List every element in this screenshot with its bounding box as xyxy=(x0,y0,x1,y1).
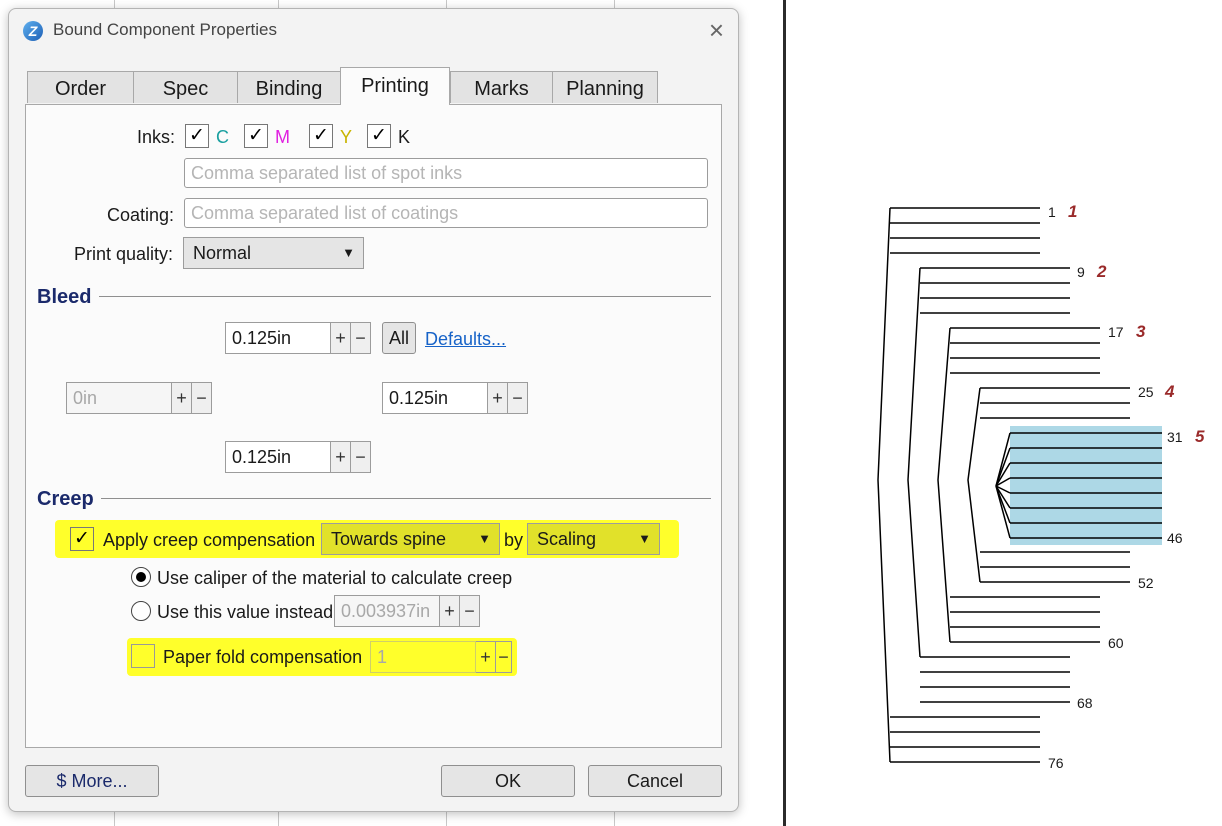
coating-label: Coating: xyxy=(107,205,175,225)
tree-label-68: 68 xyxy=(1077,695,1093,711)
signature-number-4: 4 xyxy=(1165,382,1175,401)
signature-5-highlight xyxy=(1010,426,1162,545)
tab-printing[interactable]: Printing xyxy=(340,67,450,105)
ok-button[interactable]: OK xyxy=(441,765,575,797)
pane-divider xyxy=(783,0,786,826)
bleed-top-input[interactable]: 0.125in xyxy=(225,322,331,354)
creep-section-title: Creep xyxy=(37,488,94,510)
bleed-right-decrement-button[interactable]: − xyxy=(508,382,528,414)
paper-fold-increment-button[interactable]: + xyxy=(476,641,496,673)
tree-label-76: 76 xyxy=(1048,755,1064,771)
app-logo-icon: Z xyxy=(23,21,43,41)
bleed-bottom-decrement-button[interactable]: − xyxy=(351,441,371,473)
bleed-bottom-increment-button[interactable]: + xyxy=(331,441,351,473)
bleed-bottom-spinner: 0.125in + − xyxy=(225,441,371,473)
bleed-left-increment-button[interactable]: + xyxy=(172,382,192,414)
print-quality-label: Print quality: xyxy=(74,244,174,264)
bleed-bottom-input[interactable]: 0.125in xyxy=(225,441,331,473)
bleed-left-spinner: 0in + − xyxy=(66,382,212,414)
ink-y-checkbox[interactable]: ✓ xyxy=(309,124,333,148)
bleed-left-decrement-button[interactable]: − xyxy=(192,382,212,414)
ink-c-label: C xyxy=(216,127,229,147)
tree-label-1: 1 xyxy=(1048,204,1056,220)
bleed-top-increment-button[interactable]: + xyxy=(331,322,351,354)
use-value-label: Use this value instead xyxy=(157,602,334,622)
paper-fold-spinner: 1 + − xyxy=(370,641,512,673)
dialog-title: Bound Component Properties xyxy=(53,20,277,39)
tab-order[interactable]: Order xyxy=(27,71,134,103)
bleed-top-spinner: 0.125in + − xyxy=(225,322,371,354)
paper-fold-decrement-button[interactable]: − xyxy=(496,641,512,673)
ink-k-checkbox[interactable]: ✓ xyxy=(367,124,391,148)
title-bar: Z Bound Component Properties × xyxy=(9,9,738,51)
bleed-section-title: Bleed xyxy=(37,286,92,308)
creep-method-value: Scaling xyxy=(537,529,597,549)
signature-number-2: 2 xyxy=(1097,262,1107,281)
tree-label-31: 31 xyxy=(1167,429,1183,445)
creep-value-decrement-button[interactable]: − xyxy=(460,595,480,627)
tree-label-52: 52 xyxy=(1138,575,1154,591)
ink-m-label: M xyxy=(275,127,290,147)
spot-inks-input[interactable]: Comma separated list of spot inks xyxy=(184,158,708,188)
apply-creep-label: Apply creep compensation xyxy=(103,530,316,550)
use-caliper-radio[interactable] xyxy=(131,567,151,587)
bleed-defaults-link[interactable]: Defaults... xyxy=(425,329,506,350)
bleed-right-increment-button[interactable]: + xyxy=(488,382,508,414)
creep-value-increment-button[interactable]: + xyxy=(440,595,460,627)
tree-label-17: 17 xyxy=(1108,324,1124,340)
chevron-down-icon: ▼ xyxy=(478,531,491,546)
tree-label-60: 60 xyxy=(1108,635,1124,651)
tab-marks[interactable]: Marks xyxy=(450,71,553,103)
creep-direction-value: Towards spine xyxy=(331,529,447,549)
coating-input[interactable]: Comma separated list of coatings xyxy=(184,198,708,228)
signature-number-1: 1 xyxy=(1068,202,1078,221)
signature-number-3: 3 xyxy=(1136,322,1146,341)
creep-divider xyxy=(101,498,711,499)
bound-component-properties-dialog: Z Bound Component Properties × Order Spe… xyxy=(8,8,739,812)
tree-label-25: 25 xyxy=(1138,384,1154,400)
ink-y-label: Y xyxy=(340,127,353,147)
chevron-down-icon: ▼ xyxy=(638,531,651,546)
cancel-button[interactable]: Cancel xyxy=(588,765,722,797)
paper-fold-label: Paper fold compensation xyxy=(163,647,363,667)
bleed-top-decrement-button[interactable]: − xyxy=(351,322,371,354)
bleed-divider xyxy=(99,296,711,297)
bleed-right-spinner: 0.125in + − xyxy=(382,382,528,414)
creep-value-input[interactable]: 0.003937in xyxy=(334,595,440,627)
print-quality-select[interactable]: Normal ▼ xyxy=(183,237,364,269)
use-value-radio[interactable] xyxy=(131,601,151,621)
signature-tree-diagram xyxy=(877,207,1162,763)
apply-creep-checkbox[interactable]: ✓ xyxy=(70,527,94,551)
bleed-all-button[interactable]: All xyxy=(382,322,416,354)
ink-k-label: K xyxy=(398,127,411,147)
signature-number-5: 5 xyxy=(1195,427,1205,446)
close-icon[interactable]: × xyxy=(709,17,724,43)
creep-value-spinner: 0.003937in + − xyxy=(334,595,480,627)
bleed-right-input[interactable]: 0.125in xyxy=(382,382,488,414)
paper-fold-checkbox[interactable] xyxy=(131,644,155,668)
ink-m-checkbox[interactable]: ✓ xyxy=(244,124,268,148)
tab-binding[interactable]: Binding xyxy=(237,71,341,103)
tree-label-46: 46 xyxy=(1167,530,1183,546)
chevron-down-icon: ▼ xyxy=(342,245,355,260)
creep-method-select[interactable]: Scaling ▼ xyxy=(527,523,660,555)
more-button[interactable]: $ More... xyxy=(25,765,159,797)
creep-direction-select[interactable]: Towards spine ▼ xyxy=(321,523,500,555)
tab-spec[interactable]: Spec xyxy=(133,71,238,103)
paper-fold-input[interactable]: 1 xyxy=(370,641,476,673)
ink-c-checkbox[interactable]: ✓ xyxy=(185,124,209,148)
by-label: by xyxy=(504,530,524,550)
inks-label: Inks: xyxy=(137,127,176,147)
tree-label-9: 9 xyxy=(1077,264,1085,280)
bleed-left-input[interactable]: 0in xyxy=(66,382,172,414)
tab-planning[interactable]: Planning xyxy=(552,71,658,103)
use-caliper-label: Use caliper of the material to calculate… xyxy=(157,568,513,588)
print-quality-value: Normal xyxy=(193,243,252,263)
